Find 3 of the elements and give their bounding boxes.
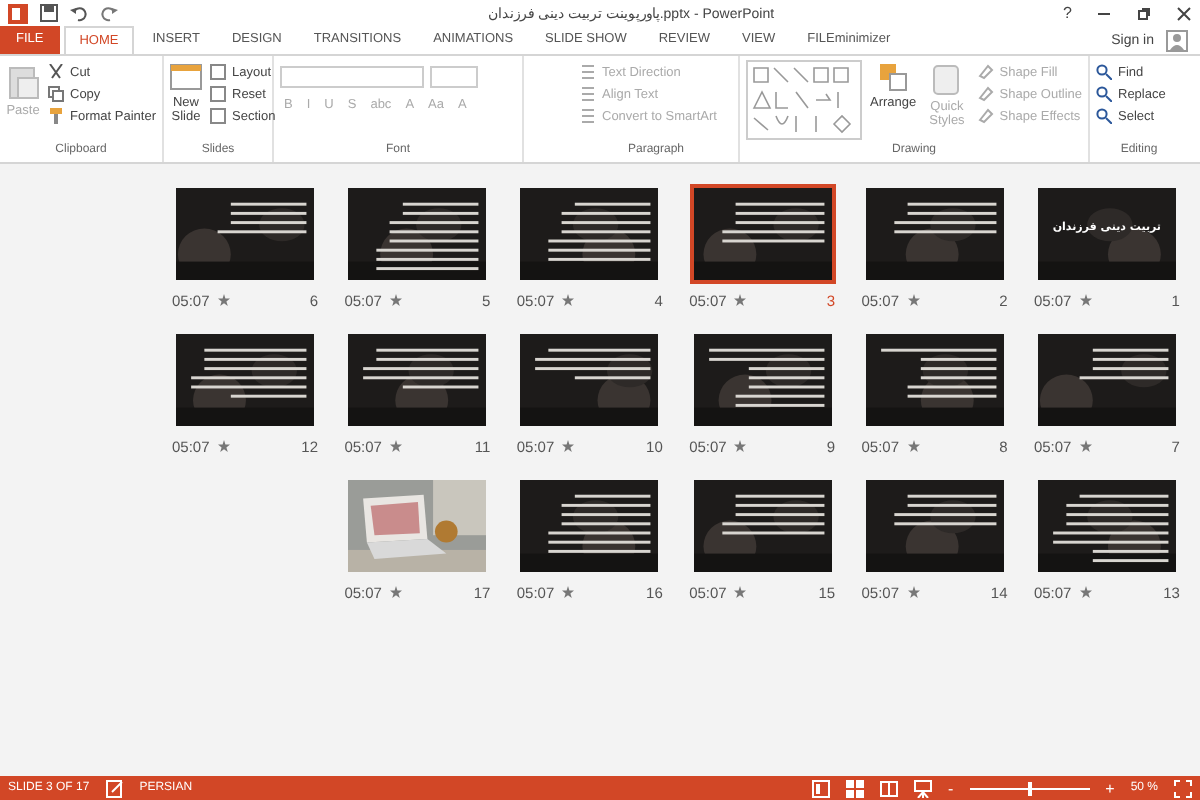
help-button[interactable]: ? (1063, 4, 1072, 22)
zoom-out-button[interactable]: - (947, 779, 954, 797)
zoom-in-button[interactable]: + (1105, 779, 1115, 797)
